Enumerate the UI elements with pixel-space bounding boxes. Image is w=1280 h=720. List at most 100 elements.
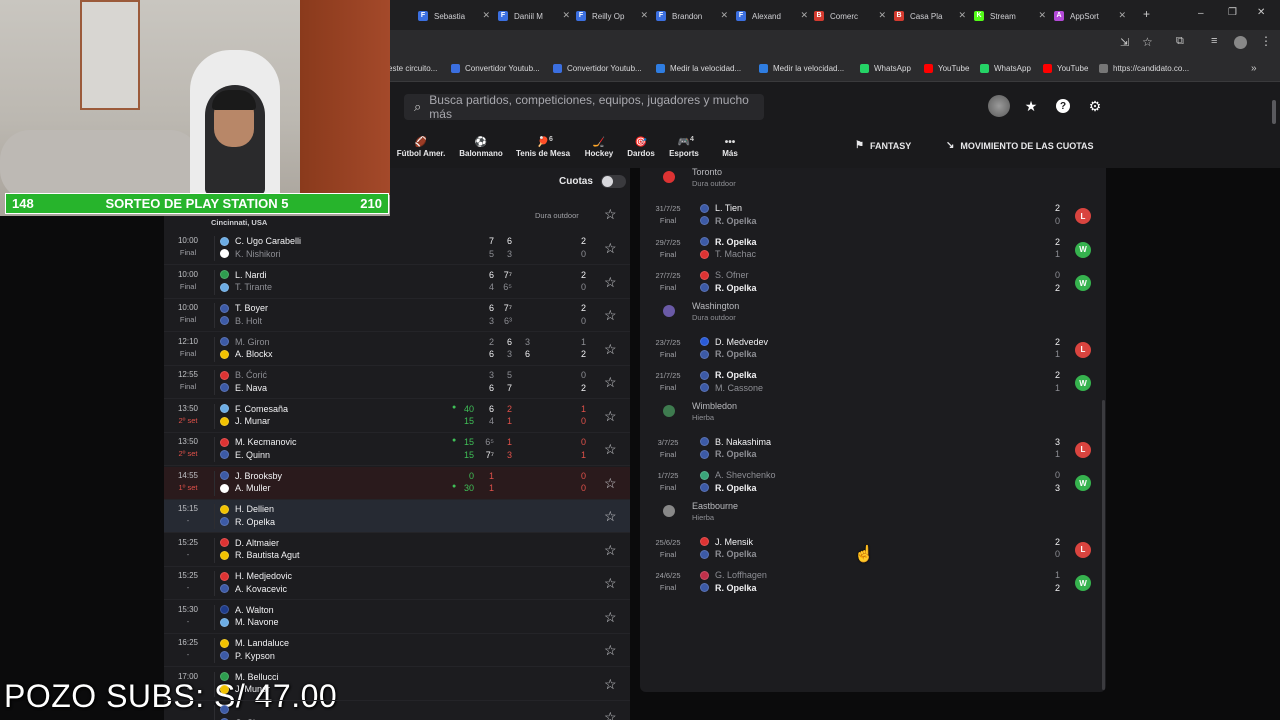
browser-tab[interactable]: B Casa Pla ✕ xyxy=(894,5,966,27)
bookmark-item[interactable]: Medir la velocidad... xyxy=(759,64,844,73)
odds-movement-button[interactable]: ↘ MOVIMIENTO DE LAS CUOTAS xyxy=(946,140,1094,151)
history-row[interactable]: 24/6/25 Final G. Loffhagen 1 R. Opelka 2 W xyxy=(645,566,1100,599)
bookmark-star-icon[interactable]: ☆ xyxy=(1142,35,1153,49)
media-icon[interactable]: ≡ xyxy=(1211,35,1217,47)
sport-table-tennis[interactable]: 🏓 6 Tenis de Mesa xyxy=(511,136,575,158)
browser-tab[interactable]: F Reilly Op ✕ xyxy=(576,5,648,27)
table-row[interactable]: 10:00 Final C. Ugo Carabelli 7 6 2 K. Nishikor… xyxy=(164,232,630,265)
tab-title: Daniil M xyxy=(514,11,543,21)
sport-handball[interactable]: ⚽ Balonmano xyxy=(449,136,513,158)
browser-tab[interactable]: A AppSort ✕ xyxy=(1054,5,1126,27)
tab-close-icon[interactable]: ✕ xyxy=(640,10,648,21)
browser-tab[interactable]: F Alexand ✕ xyxy=(736,5,808,27)
history-row[interactable]: 1/7/25 Final A. Shevchenko 0 R. Opelka 3 W xyxy=(645,466,1100,499)
history-row[interactable]: 23/7/25 Final D. Medvedev 2 R. Opelka 1 L xyxy=(645,333,1100,366)
tab-close-icon[interactable]: ✕ xyxy=(720,10,728,21)
table-row[interactable]: 12:10 Final M. Giron 2 6 3 1 A. Blockx 6 3 6 2 ☆ xyxy=(164,333,630,366)
favorite-star-icon[interactable]: ☆ xyxy=(604,274,617,291)
extensions-icon[interactable]: ⧉ xyxy=(1176,35,1184,48)
favorite-star-icon[interactable]: ☆ xyxy=(604,307,617,324)
bookmark-item[interactable]: WhatsApp xyxy=(980,64,1031,73)
history-scrollbar[interactable] xyxy=(1102,400,1105,690)
browser-tab[interactable]: F Daniil M ✕ xyxy=(498,5,570,27)
settings-gear-icon[interactable]: ⚙ xyxy=(1086,97,1104,115)
sport-more[interactable]: ••• Más xyxy=(698,136,762,158)
sport-label: Esports xyxy=(669,149,699,158)
page-scrollbar[interactable] xyxy=(1272,100,1276,124)
favorites-star-icon[interactable]: ★ xyxy=(1022,97,1040,115)
bookmark-item[interactable]: Medir la velocidad... xyxy=(656,64,741,73)
table-row[interactable]: 13:50 2º set M. Kecmanovic 6⁵ 1 15 ● 0 E. Quinn 7… xyxy=(164,433,630,466)
more-bookmarks-icon[interactable]: » xyxy=(1251,63,1257,74)
bookmark-item[interactable]: WhatsApp xyxy=(860,64,911,73)
minimize-icon[interactable]: – xyxy=(1198,8,1204,19)
table-row[interactable]: 16:25 - M. Landaluce P. Kypson ☆ xyxy=(164,634,630,667)
history-row[interactable]: 21/7/25 Final R. Opelka 2 M. Cassone 1 W xyxy=(645,366,1100,399)
history-row[interactable]: 3/7/25 Final B. Nakashima 3 R. Opelka 1 L xyxy=(645,433,1100,466)
browser-tab[interactable]: B Comerc ✕ xyxy=(814,5,886,27)
table-row[interactable]: 15:15 - H. Dellien R. Opelka ☆ xyxy=(164,500,630,533)
browser-menu-icon[interactable]: ⋮ xyxy=(1260,34,1272,48)
profile-avatar[interactable] xyxy=(1234,36,1247,49)
favorite-star-icon[interactable]: ☆ xyxy=(604,508,617,525)
browser-tab[interactable]: F Sebastia ✕ xyxy=(418,5,490,27)
row-divider xyxy=(214,370,215,395)
bookmark-item[interactable]: https://candidato.co... xyxy=(1099,64,1189,73)
history-row[interactable]: 29/7/25 Final R. Opelka 2 T. Machac 1 W xyxy=(645,233,1100,266)
tournament-favorite-star-icon[interactable]: ☆ xyxy=(604,206,617,223)
tab-close-icon[interactable]: ✕ xyxy=(562,10,570,21)
table-row[interactable]: 17:00 - M. Bellucci J. Munar ☆ xyxy=(164,668,630,701)
favorite-star-icon[interactable]: ☆ xyxy=(604,441,617,458)
odds-toggle[interactable] xyxy=(601,175,626,188)
history-row[interactable]: 25/6/25 Final J. Mensik 2 R. Opelka 0 L xyxy=(645,533,1100,566)
bookmark-item[interactable]: este circuito... xyxy=(388,64,437,73)
help-icon[interactable]: ? xyxy=(1054,97,1072,115)
favorite-star-icon[interactable]: ☆ xyxy=(604,709,617,720)
tab-close-icon[interactable]: ✕ xyxy=(1038,10,1046,21)
tab-close-icon[interactable]: ✕ xyxy=(800,10,808,21)
tab-title: AppSort xyxy=(1070,11,1099,21)
favorite-star-icon[interactable]: ☆ xyxy=(604,341,617,358)
search-input[interactable]: ⌕ Busca partidos, competiciones, equipos… xyxy=(404,93,764,121)
restore-icon[interactable]: ❐ xyxy=(1228,7,1237,18)
favorite-star-icon[interactable]: ☆ xyxy=(604,475,617,492)
sport-football[interactable]: 🏈 Fútbol Amer. xyxy=(389,136,453,158)
table-row[interactable]: 12:55 Final B. Ćorić 3 5 0 E. Nava 6 7 2 ☆ xyxy=(164,366,630,399)
player-name: P. Kypson xyxy=(235,650,275,661)
favorite-star-icon[interactable]: ☆ xyxy=(604,609,617,626)
tab-close-icon[interactable]: ✕ xyxy=(958,10,966,21)
tab-close-icon[interactable]: ✕ xyxy=(1118,10,1126,21)
history-row[interactable]: 31/7/25 Final L. Tien 2 R. Opelka 0 L xyxy=(645,199,1100,232)
favorite-star-icon[interactable]: ☆ xyxy=(604,642,617,659)
fantasy-button[interactable]: ⚑ FANTASY xyxy=(855,140,911,151)
favorite-star-icon[interactable]: ☆ xyxy=(604,676,617,693)
country-flag-icon xyxy=(220,538,229,547)
history-row[interactable]: 27/7/25 Final S. Ofner 0 R. Opelka 2 W xyxy=(645,266,1100,299)
table-row[interactable]: 10:00 Final T. Boyer 6 7⁷ 2 B. Holt 3 6³ 0 ☆ xyxy=(164,299,630,332)
bookmark-item[interactable]: Convertidor Youtub... xyxy=(553,64,642,73)
browser-tab[interactable]: K Stream ✕ xyxy=(974,5,1046,27)
tab-title: Stream xyxy=(990,11,1016,21)
install-app-icon[interactable]: ⇲ xyxy=(1120,36,1129,49)
favorite-star-icon[interactable]: ☆ xyxy=(604,575,617,592)
table-row[interactable]: 14:55 1º set J. Brooksby 1 0 0 A. Muller 1 30 ● 0 ☆ xyxy=(164,466,630,500)
new-tab-icon[interactable]: + xyxy=(1143,7,1150,21)
favorite-star-icon[interactable]: ☆ xyxy=(604,374,617,391)
table-row[interactable]: 13:50 2º set F. Comesaña 6 2 40 ● 1 J. Munar 4 1 15… xyxy=(164,400,630,433)
table-row[interactable]: 10:00 Final L. Nardi 6 7⁷ 2 T. Tirante 4 6⁵ 0 ☆ xyxy=(164,266,630,299)
favorite-star-icon[interactable]: ☆ xyxy=(604,240,617,257)
table-row[interactable]: 15:25 - D. Altmaier R. Bautista Agut ☆ xyxy=(164,534,630,567)
bookmark-item[interactable]: YouTube xyxy=(1043,64,1088,73)
favorite-star-icon[interactable]: ☆ xyxy=(604,542,617,559)
close-window-icon[interactable]: ✕ xyxy=(1257,7,1265,18)
bookmark-item[interactable]: Convertidor Youtub... xyxy=(451,64,540,73)
table-row[interactable]: -C. Ciner☆ xyxy=(164,701,630,720)
user-avatar[interactable] xyxy=(988,95,1010,117)
tab-close-icon[interactable]: ✕ xyxy=(482,10,490,21)
tab-close-icon[interactable]: ✕ xyxy=(878,10,886,21)
browser-tab[interactable]: F Brandon ✕ xyxy=(656,5,728,27)
table-row[interactable]: 15:30 - A. Walton M. Navone ☆ xyxy=(164,601,630,634)
favorite-star-icon[interactable]: ☆ xyxy=(604,408,617,425)
bookmark-item[interactable]: YouTube xyxy=(924,64,969,73)
table-row[interactable]: 15:25 - H. Medjedovic A. Kovacevic ☆ xyxy=(164,567,630,600)
